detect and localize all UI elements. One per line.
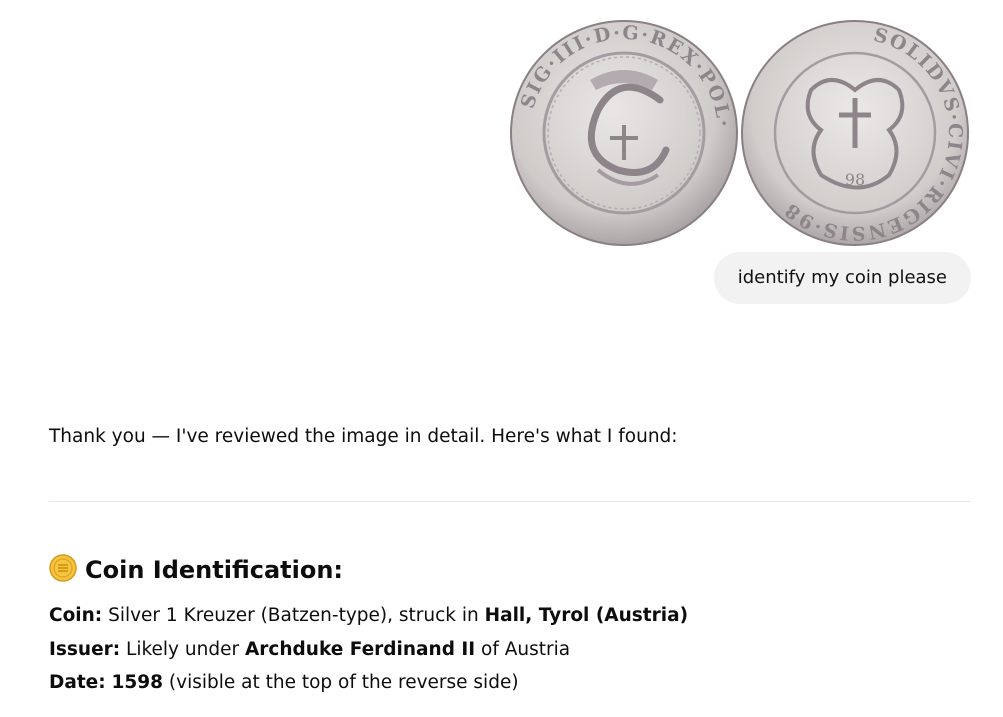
- detail-emphasis: 1598: [111, 672, 164, 693]
- reverse-date: 98: [845, 170, 865, 189]
- detail-issuer: Issuer: Likely under Archduke Ferdinand …: [49, 637, 570, 663]
- coin-reverse-image: SOLIDVS·CIVI·RIGENSIS·98 98: [741, 20, 969, 246]
- user-message-bubble: identify my coin please: [713, 252, 971, 304]
- detail-text-tail: of Austria: [475, 639, 571, 660]
- detail-label: Date:: [49, 672, 106, 693]
- detail-coin: Coin: Silver 1 Kreuzer (Batzen-type), st…: [49, 603, 688, 629]
- detail-emphasis: Hall, Tyrol (Austria): [484, 605, 689, 626]
- detail-label: Issuer:: [49, 639, 121, 660]
- detail-text: Likely under: [120, 639, 245, 660]
- assistant-intro: Thank you — I've reviewed the image in d…: [49, 426, 678, 447]
- heading-text: Coin Identification:: [85, 556, 344, 584]
- detail-text: Silver 1 Kreuzer (Batzen-type), struck i…: [102, 605, 485, 626]
- detail-text-tail: (visible at the top of the reverse side): [163, 672, 519, 693]
- section-divider: [49, 501, 971, 502]
- coin-emoji-icon: [49, 554, 77, 582]
- coin-obverse-image: SIG·III·D·G·REX·POL·: [510, 20, 738, 246]
- detail-emphasis: Archduke Ferdinand II: [244, 639, 476, 660]
- user-coin-image[interactable]: SIG·III·D·G·REX·POL· SOLIDVS·CIVI·RIGENS…: [510, 20, 972, 248]
- coin-identification-heading: Coin Identification:: [49, 553, 343, 587]
- detail-date: Date: 1598 (visible at the top of the re…: [49, 670, 519, 696]
- detail-label: Coin:: [49, 605, 103, 626]
